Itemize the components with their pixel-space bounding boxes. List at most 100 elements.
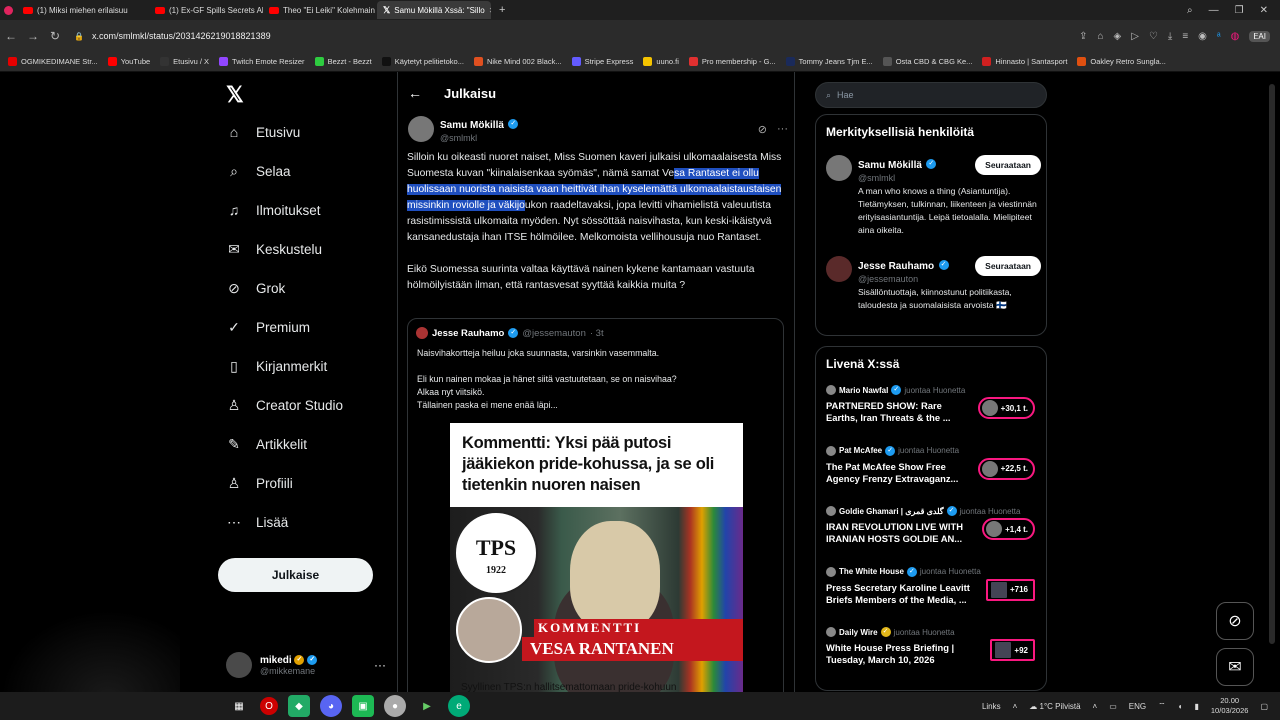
links-toolbar[interactable]: Links <box>982 702 1001 711</box>
streamlabs-icon[interactable]: ▶ <box>416 695 438 717</box>
bookmark-item[interactable]: Osta CBD & CBG Ke... <box>882 57 972 66</box>
bookmark-item[interactable]: Etusivu / X <box>160 57 209 66</box>
avatar[interactable] <box>826 256 852 282</box>
tweet-author[interactable]: Samu Mökillä <box>440 120 504 131</box>
tab-2[interactable]: (1) Ex-GF Spills Secrets Ab <box>149 1 263 19</box>
translate-icon[interactable]: ᵃ <box>1217 31 1221 42</box>
nav-item-10[interactable]: ⋯ Lisää <box>226 514 288 531</box>
bookmark-item[interactable]: Hinnasto | Santasport <box>982 57 1067 66</box>
live-item[interactable]: Daily Wire ✓ juontaa Huonetta White House P… <box>826 627 1041 683</box>
opera-icon[interactable]: O <box>260 697 278 715</box>
shield-icon[interactable]: ◈ <box>1114 31 1122 42</box>
notification-icon[interactable]: ▢ <box>1260 702 1268 711</box>
bookmark-item[interactable]: Stripe Express <box>571 57 633 66</box>
back-arrow-icon[interactable]: ← <box>408 85 422 101</box>
url-field[interactable]: 🔒 x.com/smlmkl/status/2031426219018821389 <box>74 31 1079 41</box>
messages-fab-icon[interactable]: ✉ <box>1216 648 1254 686</box>
post-button[interactable]: Julkaise <box>218 558 373 592</box>
close-tab-icon[interactable]: ✕ <box>489 6 491 15</box>
x-page: 𝕏 ⌂ Etusivu ⌕ Selaa ♫ Ilmoitukset ✉ Keskustelu ⊘… <box>0 72 1280 692</box>
tab-3[interactable]: Theo "Ei Leiki" Kolehmain <box>263 1 377 19</box>
live-item[interactable]: Pat McAfee ✓ juontaa Huonetta The Pat McAfe… <box>826 445 1041 502</box>
live-item[interactable]: Goldie Ghamari | گلدی قمری ✓ juontaa Huone… <box>826 506 1041 562</box>
close-window-icon[interactable]: ✕ <box>1260 5 1268 16</box>
x-logo-icon[interactable]: 𝕏 <box>226 82 244 108</box>
download-icon[interactable]: ⤓ <box>1168 31 1172 42</box>
network-icon[interactable]: ▭ <box>1109 702 1117 711</box>
app-icon[interactable]: ◆ <box>288 695 310 717</box>
profile-icon[interactable]: ◉ <box>1198 31 1207 42</box>
tray-chevron-icon[interactable]: ˄ <box>1093 702 1098 711</box>
more-icon[interactable]: ··· <box>777 123 788 136</box>
bookmark-item[interactable]: Bezzt - Bezzt <box>314 57 372 66</box>
nav-item-2[interactable]: ♫ Ilmoitukset <box>226 202 321 218</box>
scrollbar-thumb[interactable] <box>1269 84 1275 644</box>
scrollbar[interactable] <box>1268 72 1276 692</box>
volume-icon[interactable]: ◖ <box>1178 702 1183 711</box>
app-icon[interactable]: ● <box>384 695 406 717</box>
discord-icon[interactable]: ◕ <box>320 695 342 717</box>
nav-item-0[interactable]: ⌂ Etusivu <box>226 124 301 140</box>
search-tabs-icon[interactable]: ⌕ <box>1187 5 1193 16</box>
bookmark-item[interactable]: Nike Mind 002 Black... <box>473 57 562 66</box>
nav-item-3[interactable]: ✉ Keskustelu <box>226 241 322 258</box>
live-count: +30,1 t. <box>1000 403 1028 413</box>
play-icon[interactable]: ▷ <box>1131 31 1139 42</box>
reload-icon[interactable]: ↻ <box>44 29 66 43</box>
grok-icon[interactable]: ⊘ <box>758 123 767 136</box>
bookmark-item[interactable]: Twitch Emote Resizer <box>219 57 305 66</box>
nav-item-1[interactable]: ⌕ Selaa <box>226 163 291 180</box>
tweet-handle[interactable]: @smlmkl <box>440 133 518 143</box>
nav-item-label: Selaa <box>256 164 291 179</box>
quote-image[interactable]: Kommentti: Yksi pää putosi jääkiekon pri… <box>450 423 743 692</box>
quoted-tweet[interactable]: Jesse Rauhamo ✓ @jessemauton · 3t Naisvi… <box>407 318 784 692</box>
bookmark-item[interactable]: Käytetyt pelitietoko... <box>381 57 464 66</box>
share-icon[interactable]: ⇪ <box>1079 31 1087 42</box>
nav-item-9[interactable]: ♙ Profiili <box>226 475 293 492</box>
battery-icon[interactable]: ▮ <box>1194 702 1198 711</box>
extension-icon[interactable]: ⌂ <box>1097 31 1103 42</box>
pink-extension-icon[interactable]: ◍ <box>1231 31 1240 42</box>
tab-1[interactable]: (1) Miksi miehen erilaisuu <box>17 1 149 19</box>
clock[interactable]: 20.00 10/03/2026 <box>1211 696 1249 716</box>
person-name[interactable]: Jesse Rauhamo <box>858 261 934 272</box>
forward-icon[interactable]: → <box>22 29 44 43</box>
bookmark-item[interactable]: uuno.fi <box>643 57 679 66</box>
wifi-icon[interactable]: ⌔ <box>1158 701 1166 711</box>
nav-item-6[interactable]: ▯ Kirjanmerkit <box>226 358 327 375</box>
nav-item-4[interactable]: ⊘ Grok <box>226 280 285 297</box>
nav-item-8[interactable]: ✎ Artikkelit <box>226 436 307 453</box>
ai-button[interactable]: ⴹAI <box>1249 30 1270 42</box>
menu-icon[interactable]: ≡ <box>1182 31 1188 42</box>
nav-item-7[interactable]: ♙ Creator Studio <box>226 397 343 414</box>
search-input[interactable]: ⌕ Hae <box>815 82 1047 108</box>
bookmark-item[interactable]: Tommy Jeans Tjm E... <box>785 57 873 66</box>
task-view-icon[interactable]: ▦ <box>228 695 250 717</box>
bookmark-item[interactable]: OGMIKEDIMANE Str... <box>8 57 98 66</box>
bookmark-item[interactable]: Pro membership - G... <box>688 57 776 66</box>
bookmark-item[interactable]: YouTube <box>107 57 150 66</box>
app-icon[interactable]: ▣ <box>352 695 374 717</box>
language[interactable]: ENG <box>1129 702 1146 711</box>
bookmark-item[interactable]: Oakley Retro Sungla... <box>1077 57 1166 66</box>
person-name[interactable]: Samu Mökillä <box>858 160 922 171</box>
weather-widget[interactable]: ☁ 1°C Pilvistä <box>1029 702 1080 711</box>
live-item[interactable]: Mario Nawfal ✓ juontaa Huonetta PARTNERED S… <box>826 385 1041 441</box>
follow-button[interactable]: Seuraataan <box>975 256 1041 276</box>
account-switcher[interactable]: mikedi ✓ ✓ @mikkemane ··· <box>226 648 386 682</box>
chevron-up-icon[interactable]: ˄ <box>1013 702 1018 711</box>
tab-4-active[interactable]: 𝕏Samu Mökillä Xssä: "Sillo ✕ <box>377 1 491 19</box>
back-icon[interactable]: ← <box>0 29 22 43</box>
nav-item-5[interactable]: ✓ Premium <box>226 319 310 336</box>
heart-icon[interactable]: ♡ <box>1149 31 1158 42</box>
new-tab-button[interactable]: + <box>499 4 505 16</box>
follow-button[interactable]: Seuraataan <box>975 155 1041 175</box>
more-icon[interactable]: ··· <box>374 658 386 672</box>
minimize-icon[interactable]: — <box>1209 5 1219 16</box>
live-item[interactable]: The White House ✓ juontaa Huonetta Press Se… <box>826 566 1041 623</box>
grok-fab-icon[interactable]: ⊘ <box>1216 602 1254 640</box>
maximize-icon[interactable]: ❐ <box>1235 5 1244 16</box>
avatar[interactable] <box>826 155 852 181</box>
avatar[interactable] <box>408 116 434 142</box>
edge-icon[interactable]: e <box>448 695 470 717</box>
